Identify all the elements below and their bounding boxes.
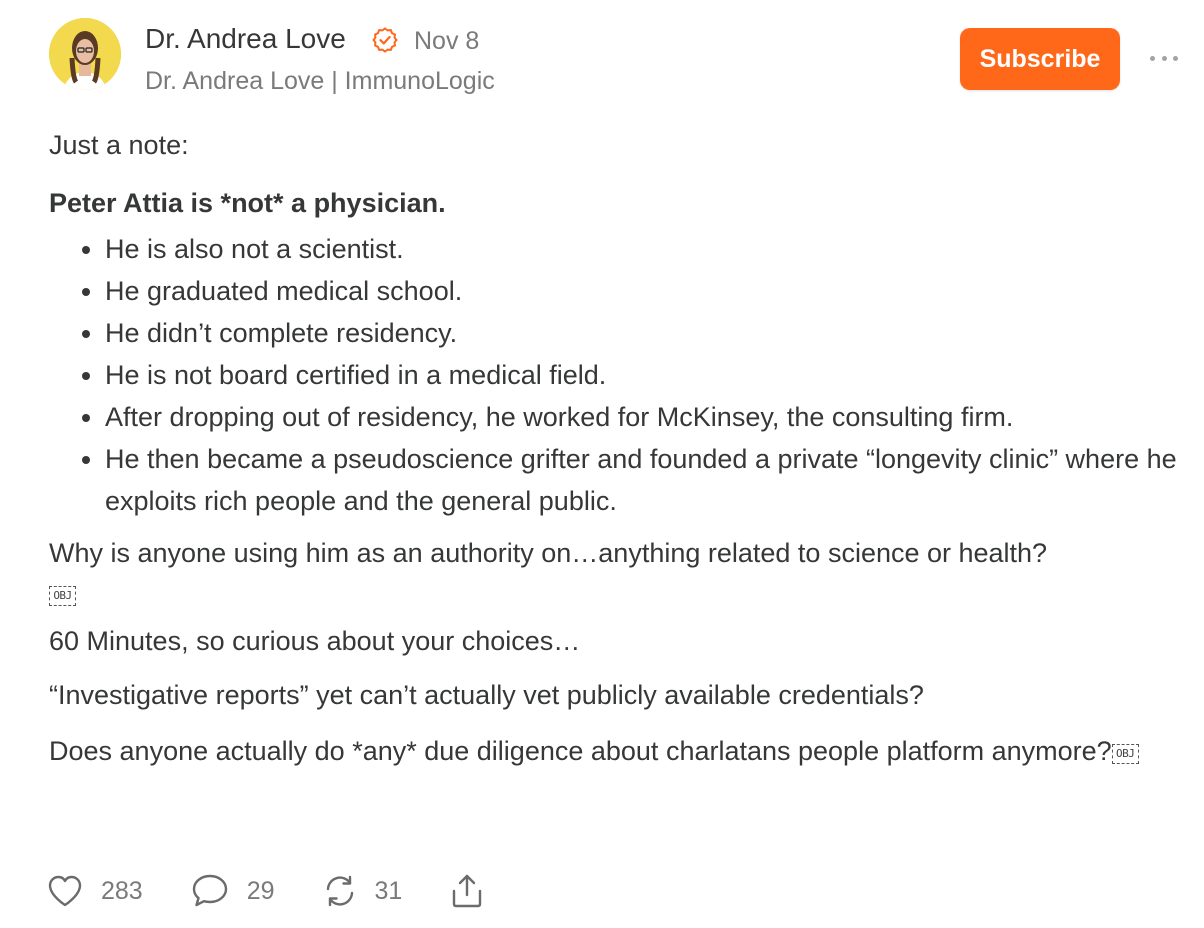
comment-button[interactable]: 29 bbox=[191, 873, 275, 909]
author-name[interactable]: Dr. Andrea Love bbox=[145, 22, 346, 56]
like-button[interactable]: 283 bbox=[47, 874, 143, 908]
heart-icon bbox=[48, 875, 82, 907]
verified-badge-icon bbox=[372, 27, 398, 53]
list-item: He graduated medical school. bbox=[105, 270, 1189, 312]
list-item: He is not board certified in a medical f… bbox=[105, 354, 1189, 396]
like-count: 283 bbox=[101, 876, 143, 905]
due-diligence-paragraph: Does anyone actually do *any* due dilige… bbox=[49, 730, 1189, 772]
share-icon bbox=[453, 874, 482, 908]
restack-icon bbox=[326, 875, 353, 907]
bullet-list: He is also not a scientist. He graduated… bbox=[49, 228, 1189, 522]
obj-paragraph: OBJ bbox=[49, 578, 1189, 608]
avatar-portrait-icon bbox=[49, 18, 121, 90]
share-button[interactable] bbox=[450, 873, 484, 909]
object-placeholder-icon: OBJ bbox=[1111, 744, 1139, 764]
note-card: Dr. Andrea Love Nov 8 Dr. Andrea Love | … bbox=[0, 0, 1204, 928]
comment-bubble-icon bbox=[192, 874, 227, 907]
headline-text: Peter Attia is *not* a physician. bbox=[49, 188, 446, 218]
ellipsis-icon bbox=[1150, 55, 1155, 61]
ellipsis-dot bbox=[1161, 55, 1167, 61]
post-date[interactable]: Nov 8 bbox=[414, 26, 479, 56]
investigative-text: “Investigative reports” yet can’t actual… bbox=[49, 680, 924, 710]
restack-button[interactable]: 31 bbox=[323, 874, 403, 908]
comment-count: 29 bbox=[246, 876, 275, 905]
publication-name[interactable]: Dr. Andrea Love | ImmunoLogic bbox=[145, 65, 495, 97]
subscribe-button[interactable]: Subscribe bbox=[960, 28, 1120, 90]
question-text: Why is anyone using him as an authority … bbox=[49, 538, 1048, 568]
ellipsis-dot bbox=[1173, 55, 1178, 61]
author-avatar[interactable] bbox=[49, 18, 121, 90]
due-diligence-text: Does anyone actually do *any* due dilige… bbox=[49, 736, 1112, 766]
more-options-button[interactable] bbox=[1148, 46, 1180, 70]
post-body: Just a note: Peter Attia is *not* a phys… bbox=[49, 124, 1189, 788]
list-item: He then became a pseudoscience grifter a… bbox=[105, 438, 1189, 522]
object-placeholder-icon: OBJ bbox=[49, 586, 76, 606]
intro-text: Just a note: bbox=[49, 130, 189, 160]
restack-count: 31 bbox=[374, 876, 403, 905]
list-item: He is also not a scientist. bbox=[105, 228, 1189, 270]
list-item: After dropping out of residency, he work… bbox=[105, 396, 1189, 438]
list-item: He didn’t complete residency. bbox=[105, 312, 1189, 354]
sixty-minutes-text: 60 Minutes, so curious about your choice… bbox=[49, 626, 581, 656]
action-bar: 283 29 31 bbox=[47, 870, 532, 912]
